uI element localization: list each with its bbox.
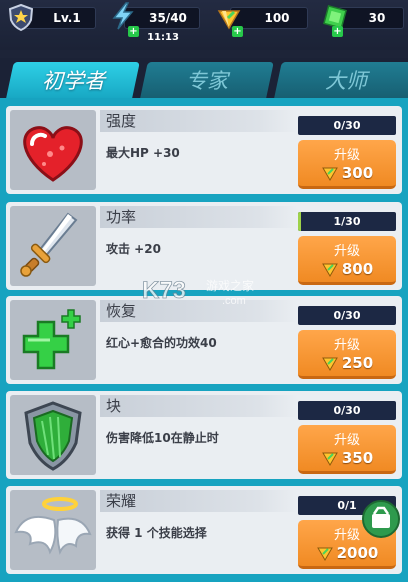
- progress-text: 0/30: [333, 309, 361, 322]
- gems-plus-icon[interactable]: +: [232, 26, 243, 37]
- shop-icon: [372, 506, 390, 528]
- skill-description: 获得 1 个技能选择: [106, 526, 207, 540]
- top-status-bar: Lv.1 35/40 + 11:13 100 + 30 +: [0, 0, 408, 50]
- upgrade-button[interactable]: 升级 300: [298, 140, 396, 189]
- upgrade-cost: 250: [298, 354, 396, 372]
- upgrade-label: 升级: [333, 338, 360, 353]
- cash-text: 30: [368, 11, 386, 25]
- energy-timer: 11:13: [147, 32, 179, 43]
- level-text: Lv.1: [53, 11, 81, 25]
- energy-text: 35/40: [149, 11, 187, 25]
- upgrade-cost-value: 350: [341, 449, 374, 467]
- cash-plus-icon[interactable]: +: [332, 26, 343, 37]
- tab-master[interactable]: 大师: [274, 62, 408, 98]
- skill-description: 红心+愈合的功效40: [106, 336, 217, 350]
- skill-description: 攻击 +20: [106, 242, 161, 256]
- tab-master-label: 大师: [325, 69, 367, 93]
- upgrade-label: 升级: [333, 148, 360, 163]
- shield-block-icon: [24, 401, 82, 471]
- upgrade-cost-value: 250: [341, 354, 374, 372]
- energy-plus-icon[interactable]: +: [128, 26, 139, 37]
- skill-card-glory: 荣耀 获得 1 个技能选择 0/1 升级 2000: [6, 486, 402, 574]
- gem-cost-icon: [321, 452, 338, 466]
- skill-card-strength: 强度 最大HP +30 0/30 升级 300: [6, 106, 402, 194]
- upgrade-cost: 800: [298, 260, 396, 278]
- skill-image: [10, 300, 96, 380]
- upgrade-cost: 350: [298, 449, 396, 467]
- progress-text: 0/30: [333, 404, 361, 417]
- tab-beginner[interactable]: 初学者: [6, 62, 140, 98]
- gem-cost-icon: [316, 547, 333, 561]
- gem-cost-icon: [321, 357, 338, 371]
- watermark-url: .com: [222, 295, 246, 307]
- upgrade-label: 升级: [333, 433, 360, 448]
- skill-progress-bar: 0/30: [298, 116, 396, 135]
- upgrade-cost-value: 2000: [336, 544, 379, 562]
- gems-text: 100: [264, 11, 290, 25]
- upgrade-cost: 300: [298, 164, 396, 182]
- watermark-logo: K73 游戏之家 .com: [142, 277, 254, 307]
- angel-wings-icon: [14, 497, 92, 555]
- upgrade-label: 升级: [333, 244, 360, 259]
- skill-image: [10, 206, 96, 286]
- skill-title: 荣耀: [100, 490, 298, 512]
- health-cross-icon: [22, 309, 81, 370]
- sword-icon: [20, 212, 78, 277]
- skill-progress-bar: 1/30: [298, 212, 396, 231]
- upgrade-cost-value: 300: [341, 164, 374, 182]
- shield-level-icon: [8, 3, 34, 32]
- skill-description: 最大HP +30: [106, 146, 180, 160]
- upgrade-button[interactable]: 升级 800: [298, 236, 396, 285]
- skill-image: [10, 110, 96, 190]
- watermark-logo-text: K73: [142, 277, 186, 304]
- watermark-sub: 游戏之家: [206, 278, 254, 293]
- skill-image: [10, 395, 96, 475]
- upgrade-button[interactable]: 升级 350: [298, 425, 396, 474]
- shop-corner-button[interactable]: [362, 500, 400, 538]
- skill-title: 强度: [100, 110, 298, 132]
- skill-image: [10, 490, 96, 570]
- upgrade-cost-value: 800: [341, 260, 374, 278]
- skill-description: 伤害降低10在静止时: [106, 431, 219, 445]
- heart-icon: [23, 126, 83, 182]
- skill-progress-bar: 0/30: [298, 401, 396, 420]
- tab-beginner-label: 初学者: [41, 69, 105, 93]
- gem-cost-icon: [321, 263, 338, 277]
- progress-text: 0/30: [333, 119, 361, 132]
- skill-card-block: 块 伤害降低10在静止时 0/30 升级 350: [6, 391, 402, 479]
- gem-cost-icon: [321, 167, 338, 181]
- skill-progress-bar: 0/30: [298, 306, 396, 325]
- skill-card-recovery: 恢复 红心+愈合的功效40 0/30 升级 250: [6, 296, 402, 384]
- upgrade-cost: 2000: [298, 544, 396, 562]
- tab-expert-label: 专家: [186, 69, 228, 93]
- skill-title: 块: [100, 395, 298, 417]
- tab-expert[interactable]: 专家: [140, 62, 274, 98]
- skill-title: 功率: [100, 206, 298, 228]
- upgrade-button[interactable]: 升级 250: [298, 330, 396, 379]
- progress-text: 1/30: [333, 215, 361, 228]
